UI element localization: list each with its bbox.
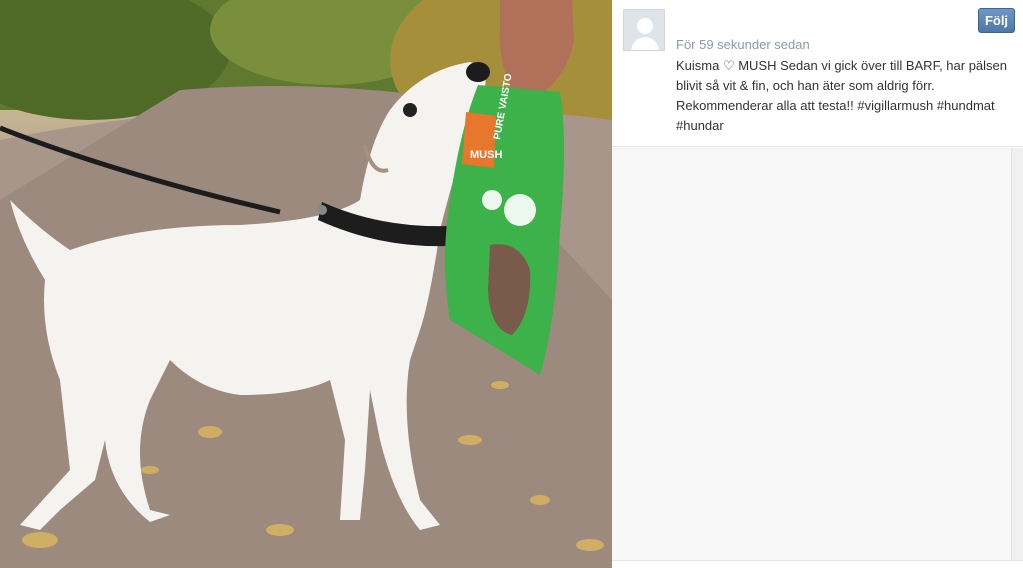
post-header: Följ För 59 sekunder sedan Kuisma ♡ MUSH… bbox=[612, 0, 1023, 147]
panel-footer bbox=[612, 560, 1023, 568]
bag-brand-text: MUSH bbox=[470, 149, 502, 161]
dog-photo-illustration: MUSH PURE VAISTO bbox=[0, 0, 612, 568]
post-photo[interactable]: MUSH PURE VAISTO bbox=[0, 0, 612, 568]
user-avatar-icon[interactable] bbox=[623, 9, 665, 51]
comments-scrollbar[interactable] bbox=[1011, 148, 1023, 560]
post-timestamp[interactable]: För 59 sekunder sedan bbox=[676, 37, 810, 52]
comments-area bbox=[612, 148, 1011, 560]
post-caption: Kuisma ♡ MUSH Sedan vi gick över till BA… bbox=[676, 58, 1007, 133]
avatar-silhouette-icon bbox=[631, 18, 659, 50]
post-details-panel: Följ För 59 sekunder sedan Kuisma ♡ MUSH… bbox=[612, 0, 1023, 568]
follow-button[interactable]: Följ bbox=[978, 8, 1015, 33]
